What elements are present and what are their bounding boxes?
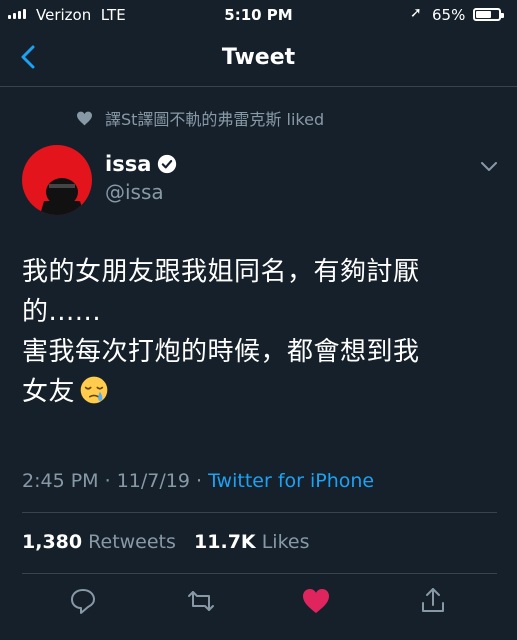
- location-icon: ➚: [410, 5, 422, 21]
- action-bar: [0, 584, 517, 624]
- likes-stat[interactable]: 11.7K Likes: [194, 531, 309, 553]
- status-bar: Verizon LTE 5:10 PM ➚ 65%: [0, 0, 517, 32]
- share-icon[interactable]: [418, 586, 448, 616]
- tweet-line: 的......: [22, 297, 102, 327]
- meta-separator: ·: [196, 470, 203, 492]
- heart-icon: [77, 111, 92, 125]
- tweet-line: 我的女朋友跟我姐同名，有夠討厭: [22, 257, 420, 287]
- divider: [22, 512, 497, 513]
- retweets-stat[interactable]: 1,380 Retweets: [22, 531, 176, 553]
- tweet-date: 11/7/19: [116, 470, 190, 492]
- tweet-line: 女友: [22, 377, 76, 407]
- meta-separator: ·: [104, 470, 111, 492]
- likes-count: 11.7K: [194, 531, 256, 553]
- retweets-count: 1,380: [22, 531, 83, 553]
- page-title: Tweet: [221, 45, 296, 70]
- avatar-figure-icon: [40, 178, 84, 215]
- reply-icon[interactable]: [68, 586, 98, 616]
- like-icon[interactable]: [301, 586, 331, 616]
- author-name-row[interactable]: issa: [105, 152, 177, 176]
- tweet-text: 我的女朋友跟我姐同名，有夠討厭 的...... 害我每次打炮的時候，都會想到我 …: [22, 252, 492, 412]
- tweet-last-line: 女友: [22, 372, 492, 412]
- retweet-icon[interactable]: [186, 586, 216, 616]
- battery-percentage: 65%: [432, 6, 466, 24]
- retweets-label: Retweets: [88, 531, 176, 553]
- avatar[interactable]: [22, 145, 92, 215]
- tweet-time: 2:45 PM: [22, 470, 99, 492]
- divider: [22, 573, 497, 574]
- author-handle[interactable]: @issa: [105, 180, 164, 204]
- navigation-bar: Tweet: [0, 32, 517, 87]
- likes-label: Likes: [261, 531, 310, 553]
- social-context[interactable]: 譯St譯圖不軌的弗雷克斯 liked: [76, 106, 324, 130]
- tweet-line: 害我每次打炮的時候，都會想到我: [22, 337, 420, 367]
- engagement-stats: 1,380 Retweets 11.7K Likes: [22, 531, 309, 553]
- tweet-source-link[interactable]: Twitter for iPhone: [208, 470, 374, 492]
- liked-by-text: 譯St譯圖不軌的弗雷克斯 liked: [105, 110, 325, 129]
- tweet-metadata: 2:45 PM · 11/7/19 · Twitter for iPhone: [22, 470, 374, 492]
- battery-icon: [473, 8, 504, 21]
- chevron-down-icon[interactable]: [481, 162, 497, 172]
- sleepy-face-emoji: [80, 376, 108, 404]
- author-name: issa: [105, 152, 152, 176]
- verified-badge-icon: [158, 154, 177, 174]
